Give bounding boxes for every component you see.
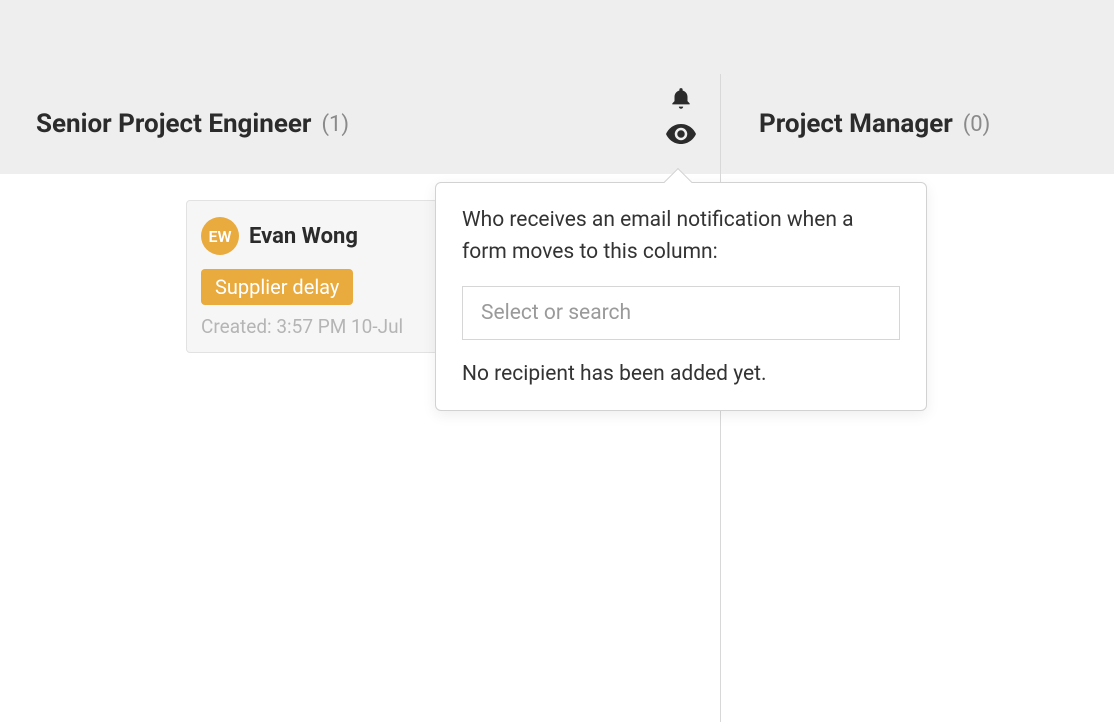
form-card[interactable]: EW Evan Wong Supplier delay Created: 3:5…	[186, 200, 438, 353]
column-count: (1)	[321, 112, 349, 137]
card-user-name: Evan Wong	[249, 224, 358, 249]
top-strip	[0, 0, 1114, 74]
columns-header: Senior Project Engineer (1) Project Mana…	[0, 74, 1114, 174]
card-tag: Supplier delay	[201, 269, 353, 305]
column-title: Senior Project Engineer	[36, 109, 311, 139]
recipient-search-input[interactable]	[462, 286, 900, 340]
card-header: EW Evan Wong	[201, 217, 423, 255]
card-created: Created: 3:57 PM 10-Jul	[201, 315, 423, 338]
column-count: (0)	[963, 112, 991, 137]
avatar: EW	[201, 217, 239, 255]
column-header-right: Project Manager (0)	[720, 74, 1114, 174]
popover-description: Who receives an email notification when …	[462, 205, 900, 268]
eye-icon[interactable]	[666, 124, 696, 144]
column-header-left: Senior Project Engineer (1)	[0, 74, 720, 174]
bell-icon[interactable]	[668, 86, 694, 112]
column-title: Project Manager	[759, 109, 953, 139]
column-icon-stack	[666, 86, 696, 144]
popover-empty-message: No recipient has been added yet.	[462, 362, 900, 386]
notification-popover: Who receives an email notification when …	[435, 182, 927, 411]
